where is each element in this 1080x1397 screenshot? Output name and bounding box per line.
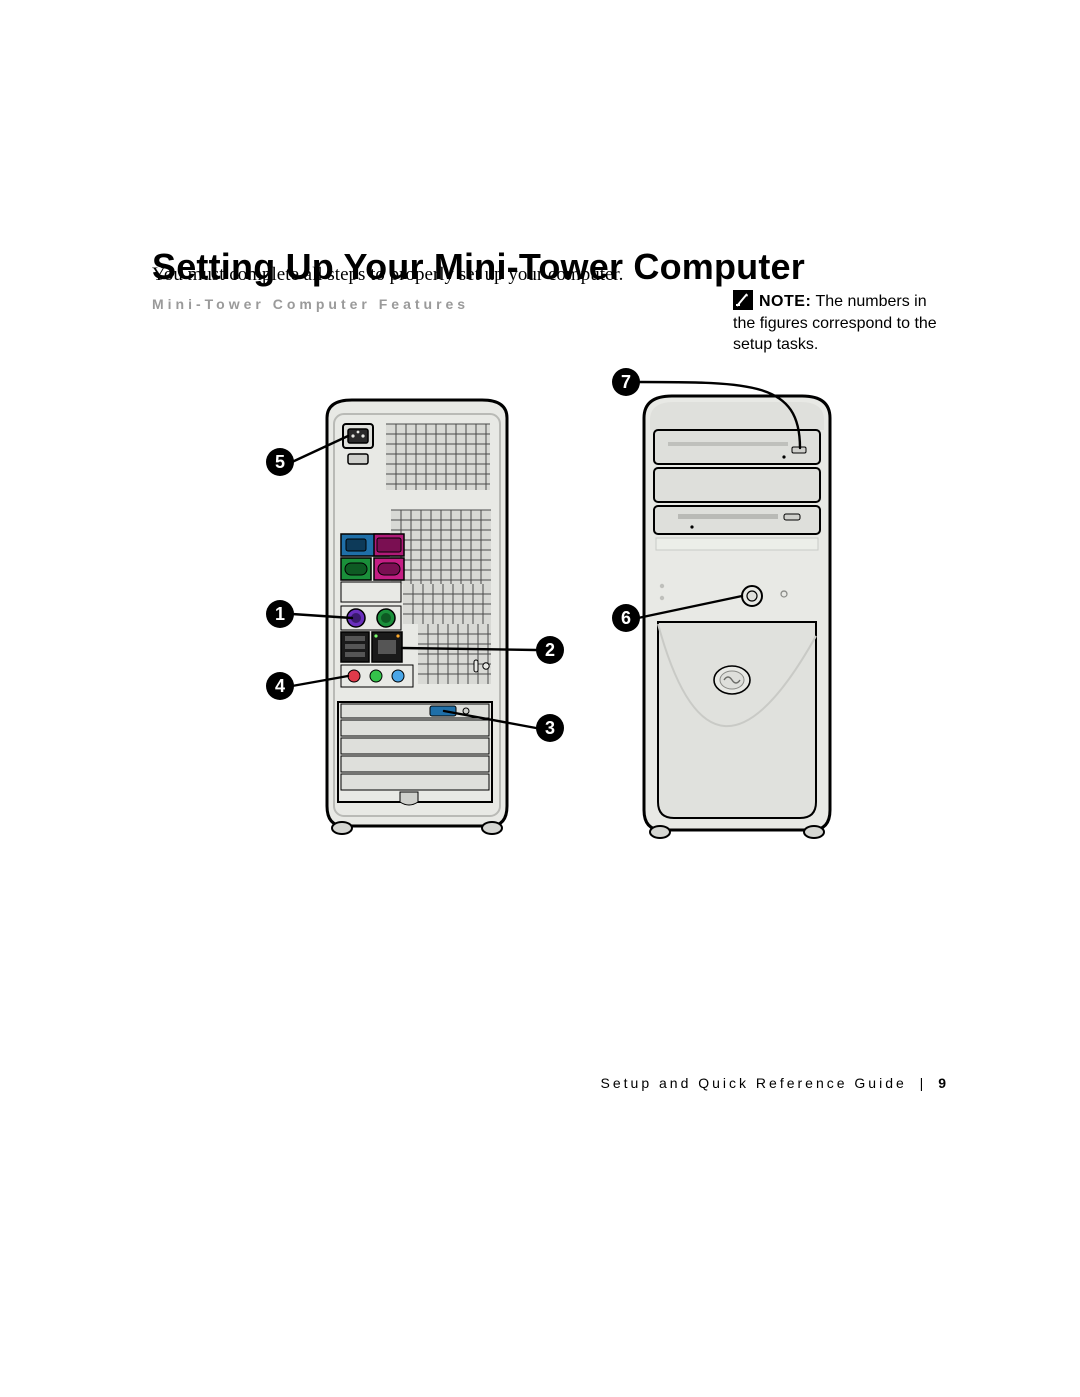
callout-1: 1 [266,600,294,628]
callout-4: 4 [266,672,294,700]
note-icon [733,290,753,310]
note-label: NOTE: [759,293,811,310]
note-box: NOTE: The numbers in the figures corresp… [733,290,948,356]
footer-separator: | [914,1075,932,1091]
tower-front [644,396,830,838]
callout-6: 6 [612,604,640,632]
footer-book-title: Setup and Quick Reference Guide [601,1075,907,1091]
callout-2: 2 [536,636,564,664]
diagram-area: 5 1 4 2 3 7 6 [152,360,948,880]
callout-3: 3 [536,714,564,742]
intro-text: You must complete all steps to properly … [152,264,623,286]
section-subhead: Mini-Tower Computer Features [152,296,469,312]
callout-7: 7 [612,368,640,396]
callout-5: 5 [266,448,294,476]
footer-page-number: 9 [938,1075,948,1091]
footer: Setup and Quick Reference Guide | 9 [601,1075,948,1091]
tower-back [327,400,507,834]
